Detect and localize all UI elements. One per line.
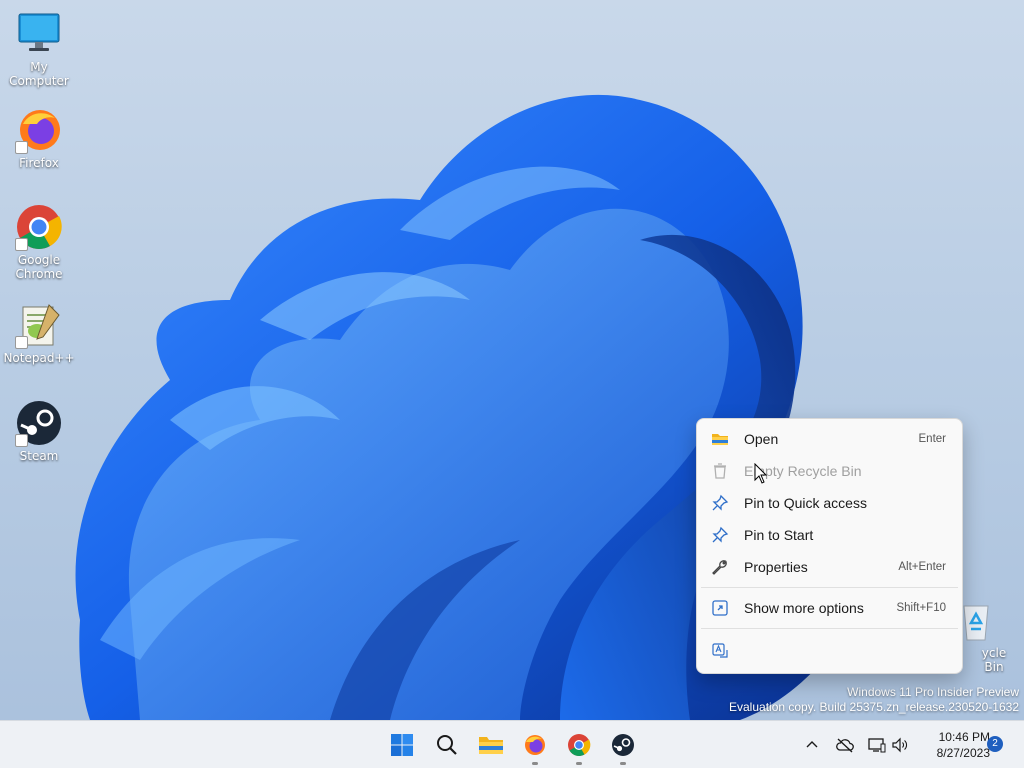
tray-onedrive[interactable] [835,735,855,755]
desktop-icon-label: Google Chrome [15,253,63,281]
menu-separator [701,628,958,629]
chevron-up-icon [806,741,818,748]
menu-separator [701,587,958,588]
watermark-line-1: Windows 11 Pro Insider Preview [847,685,1019,699]
desktop-icon-label: My Computer [9,60,69,88]
folder-icon [712,434,728,445]
shortcut-arrow-icon [15,238,28,251]
menu-item-shortcut: Enter [918,433,947,445]
start-icon [391,734,413,756]
desktop-icon-chrome[interactable]: Google Chrome [1,203,77,281]
notification-badge[interactable]: 2 [987,736,1003,752]
menu-item-shortcut: Alt+Enter [898,561,946,573]
context-menu: Open Enter Empty Recycle Bin Pin to Quic… [696,418,963,674]
shortcut-arrow-icon [15,434,28,447]
desktop-icon-label: Firefox [19,156,59,170]
notepadpp-icon [15,301,63,349]
watermark-line-2: Evaluation copy. Build 25375.zn_release.… [729,700,1019,714]
chrome-icon [15,203,63,251]
taskbar-steam[interactable] [605,727,641,765]
desktop-icon-label: Steam [19,449,59,463]
file-explorer-icon [479,737,503,754]
clock-date: 8/27/2023 [936,746,990,760]
evaluation-watermark: Windows 11 Pro Insider Preview Evaluatio… [729,685,1019,715]
clock-time: 10:46 PM [938,730,990,744]
menu-item-open[interactable]: Open Enter [701,424,958,454]
taskbar-clock[interactable]: 10:46 PM 8/27/2023 [918,729,990,761]
menu-item-label: Open [744,431,779,447]
pin-icon [712,526,729,543]
pin-icon [712,494,729,511]
menu-item-show-more-options[interactable]: Show more options Shift+F10 [701,593,958,623]
taskbar-file-explorer[interactable] [473,727,509,763]
menu-item-label: Show more options [744,600,864,616]
taskbar-search-button[interactable] [429,727,465,763]
menu-item-pin-to-start[interactable]: Pin to Start [701,520,958,550]
shortcut-arrow-icon [15,141,28,154]
expand-icon [712,600,728,616]
steam-icon [15,399,63,447]
menu-item-empty-recycle-bin[interactable]: Empty Recycle Bin [701,456,958,486]
start-button[interactable] [384,727,420,763]
desktop-icon-firefox[interactable]: Firefox [1,106,77,170]
menu-item-label: Properties [744,559,808,575]
menu-item-properties[interactable]: Properties Alt+Enter [701,552,958,582]
menu-item-label: Pin to Start [744,527,814,543]
desktop-icon-label: Notepad++ [3,351,75,365]
firefox-icon [525,735,545,755]
cloud-off-icon [836,738,854,753]
running-indicator [532,762,538,765]
menu-item-shortcut: Shift+F10 [896,602,946,614]
tray-volume[interactable] [890,735,910,755]
translate-icon [712,643,728,658]
menu-item-label: Pin to Quick access [744,495,867,511]
desktop-icon-my-computer[interactable]: My Computer [1,10,77,88]
wrench-icon [712,560,727,575]
steam-icon [612,734,634,756]
menu-item-pin-quick-access[interactable]: Pin to Quick access [701,488,958,518]
chrome-icon [568,734,591,756]
tray-overflow-button[interactable] [802,735,822,755]
taskbar-firefox[interactable] [517,727,553,765]
shortcut-arrow-icon [15,336,28,349]
desktop-icon-steam[interactable]: Steam [1,399,77,463]
taskbar-chrome[interactable] [561,727,597,765]
taskbar: 10:46 PM 8/27/2023 2 [0,720,1024,768]
network-icon [868,738,886,753]
running-indicator [620,762,626,765]
desktop-icon-label: ycle Bin [981,646,1007,674]
search-icon [437,735,457,755]
menu-item-translate[interactable] [701,636,958,666]
tray-network[interactable] [867,735,887,755]
firefox-icon [15,106,63,154]
volume-icon [892,737,907,753]
menu-item-label: Empty Recycle Bin [744,463,862,479]
running-indicator [576,762,582,765]
mouse-cursor-icon [754,463,768,484]
trash-icon [714,463,726,479]
monitor-icon [15,10,63,58]
desktop-icon-notepadpp[interactable]: Notepad++ [1,301,77,365]
